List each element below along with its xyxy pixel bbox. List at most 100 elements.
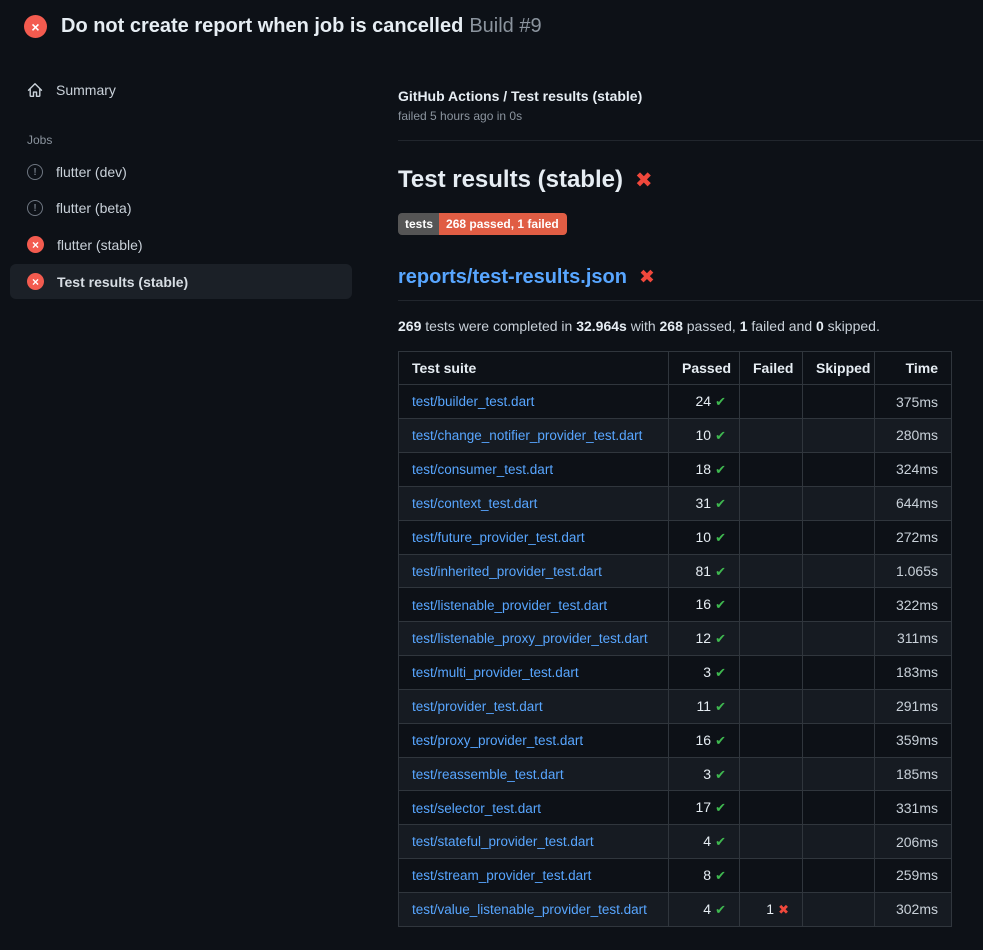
check-icon: ✔	[715, 733, 726, 748]
suite-link[interactable]: test/builder_test.dart	[412, 394, 534, 409]
main-content: GitHub Actions / Test results (stable) f…	[398, 52, 983, 927]
suite-link[interactable]: test/provider_test.dart	[412, 699, 543, 714]
table-row: test/context_test.dart31✔644ms	[399, 486, 952, 520]
failed-cell	[740, 520, 803, 554]
failed-cell	[740, 859, 803, 893]
suite-link[interactable]: test/stateful_provider_test.dart	[412, 834, 594, 849]
time-cell: 644ms	[875, 486, 952, 520]
suite-link[interactable]: test/context_test.dart	[412, 496, 537, 511]
col-failed: Failed	[740, 352, 803, 385]
failed-cell	[740, 486, 803, 520]
suite-cell: test/value_listenable_provider_test.dart	[399, 892, 669, 926]
suite-link[interactable]: test/selector_test.dart	[412, 801, 541, 816]
sidebar-item-flutter-stable-[interactable]: ×flutter (stable)	[10, 227, 352, 262]
badge-label: tests	[398, 213, 439, 235]
time-cell: 206ms	[875, 825, 952, 859]
check-icon: ✔	[715, 868, 726, 883]
table-row: test/multi_provider_test.dart3✔183ms	[399, 656, 952, 690]
page-title: Do not create report when job is cancell…	[61, 15, 463, 37]
suite-link[interactable]: test/consumer_test.dart	[412, 462, 553, 477]
time-cell: 322ms	[875, 588, 952, 622]
suite-link[interactable]: test/change_notifier_provider_test.dart	[412, 428, 642, 443]
skipped-cell	[803, 486, 875, 520]
suite-link[interactable]: test/reassemble_test.dart	[412, 767, 564, 782]
suite-cell: test/proxy_provider_test.dart	[399, 723, 669, 757]
suite-link[interactable]: test/multi_provider_test.dart	[412, 665, 579, 680]
count-value: 10	[696, 427, 712, 443]
suite-link[interactable]: test/future_provider_test.dart	[412, 530, 585, 545]
section-title: Test results (stable)	[398, 166, 623, 194]
check-icon: ✔	[715, 902, 726, 917]
summary-text: with	[627, 318, 660, 334]
build-number: Build #9	[469, 15, 541, 37]
skipped-cell	[803, 520, 875, 554]
failed-cell	[740, 419, 803, 453]
check-icon: ✔	[715, 800, 726, 815]
table-row: test/provider_test.dart11✔291ms	[399, 689, 952, 723]
failed-x-icon: ✖	[639, 268, 655, 287]
table-row: test/reassemble_test.dart3✔185ms	[399, 757, 952, 791]
time-cell: 185ms	[875, 757, 952, 791]
failed-cell	[740, 723, 803, 757]
suite-cell: test/builder_test.dart	[399, 385, 669, 419]
skipped-cell	[803, 622, 875, 656]
suite-link[interactable]: test/proxy_provider_test.dart	[412, 733, 583, 748]
summary-number: 0	[816, 318, 824, 334]
suite-link[interactable]: test/value_listenable_provider_test.dart	[412, 902, 647, 917]
count-value: 16	[696, 596, 712, 612]
suite-cell: test/selector_test.dart	[399, 791, 669, 825]
check-icon: ✔	[715, 834, 726, 849]
time-cell: 331ms	[875, 791, 952, 825]
sidebar-item-test-results-stable-[interactable]: ×Test results (stable)	[10, 264, 352, 299]
passed-cell: 16✔	[669, 588, 740, 622]
time-cell: 359ms	[875, 723, 952, 757]
run-title-wrap: Do not create report when job is cancell…	[61, 15, 542, 38]
exclamation-circle-icon: !	[27, 164, 43, 180]
section-heading: Test results (stable) ✖	[398, 166, 983, 194]
skipped-cell	[803, 419, 875, 453]
suite-cell: test/consumer_test.dart	[399, 452, 669, 486]
report-file-link[interactable]: reports/test-results.json	[398, 266, 627, 289]
col-time: Time	[875, 352, 952, 385]
suite-cell: test/inherited_provider_test.dart	[399, 554, 669, 588]
skipped-cell	[803, 588, 875, 622]
sidebar-item-summary[interactable]: Summary	[10, 74, 352, 106]
suite-link[interactable]: test/stream_provider_test.dart	[412, 868, 591, 883]
suite-link[interactable]: test/inherited_provider_test.dart	[412, 564, 602, 579]
count-value: 11	[697, 698, 712, 714]
suite-link[interactable]: test/listenable_provider_test.dart	[412, 598, 607, 613]
x-icon: ✖	[778, 902, 789, 917]
count-value: 12	[696, 630, 712, 646]
passed-cell: 8✔	[669, 859, 740, 893]
table-row: test/proxy_provider_test.dart 16✔ 359ms	[399, 723, 952, 757]
skipped-cell	[803, 452, 875, 486]
time-cell: 272ms	[875, 520, 952, 554]
passed-cell: 16✔	[669, 723, 740, 757]
count-value: 18	[696, 461, 712, 477]
passed-cell: 18✔	[669, 452, 740, 486]
suite-link[interactable]: test/listenable_proxy_provider_test.dart	[412, 631, 648, 646]
check-run-breadcrumb: GitHub Actions / Test results (stable)	[398, 88, 983, 104]
count-value: 10	[696, 529, 712, 545]
suite-cell: test/reassemble_test.dart	[399, 757, 669, 791]
suite-cell: test/multi_provider_test.dart	[399, 656, 669, 690]
skipped-cell	[803, 385, 875, 419]
col-test-suite: Test suite	[399, 352, 669, 385]
table-row: test/future_provider_test.dart10✔272ms	[399, 520, 952, 554]
passed-cell: 10✔	[669, 419, 740, 453]
summary-text: passed,	[683, 318, 740, 334]
failed-cell	[740, 385, 803, 419]
test-summary-text: 269 tests were completed in 32.964s with…	[398, 318, 983, 334]
count-value: 16	[696, 732, 712, 748]
skipped-cell	[803, 791, 875, 825]
suite-cell: test/stateful_provider_test.dart	[399, 825, 669, 859]
suite-cell: test/listenable_proxy_provider_test.dart	[399, 622, 669, 656]
sidebar-item-flutter-dev-[interactable]: !flutter (dev)	[10, 155, 352, 189]
skipped-cell	[803, 723, 875, 757]
table-row: test/consumer_test.dart18✔324ms	[399, 452, 952, 486]
sidebar-item-flutter-beta-[interactable]: !flutter (beta)	[10, 191, 352, 225]
skipped-cell	[803, 757, 875, 791]
count-value: 81	[696, 563, 712, 579]
count-value: 4	[703, 901, 711, 917]
check-icon: ✔	[715, 496, 726, 511]
